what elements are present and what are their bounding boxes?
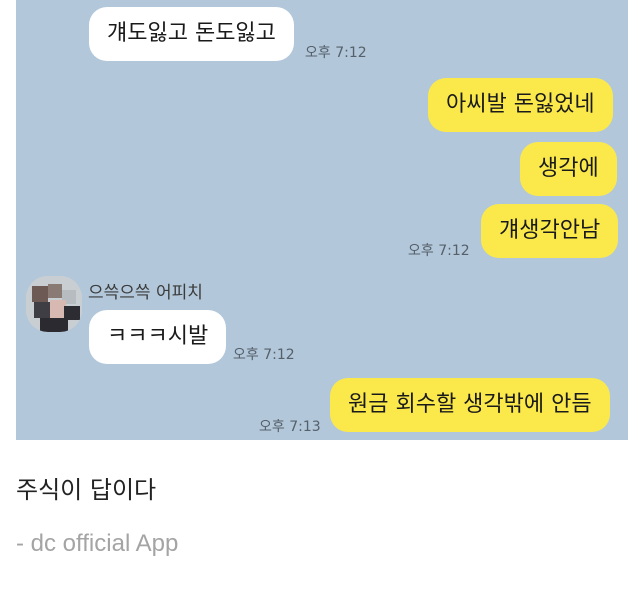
message-bubble-incoming: ㅋㅋㅋ시발 [89, 310, 227, 364]
message-time: 오후 7:12 [408, 243, 470, 259]
message-bubble-outgoing: 원금 회수할 생각밖에 안듬 [330, 378, 610, 432]
sender-avatar[interactable] [26, 276, 82, 332]
avatar-blur-block [40, 318, 68, 332]
avatar-blur-block [48, 284, 62, 298]
message-time: 오후 7:13 [259, 419, 321, 435]
avatar-blur-block [34, 302, 50, 318]
message-bubble-outgoing: 아씨발 돈잃었네 [428, 78, 613, 132]
avatar-blur-block [32, 286, 48, 302]
message-time: 오후 7:12 [233, 347, 295, 363]
message-bubble-outgoing: 걔생각안남 [481, 204, 619, 258]
sender-name: 으쓱으쓱 어피치 [88, 283, 203, 303]
message-bubble-outgoing: 생각에 [520, 142, 617, 196]
app-signature: - dc official App [16, 530, 179, 557]
message-time: 오후 7:12 [305, 45, 367, 61]
post-caption: 주식이 답이다 [16, 476, 157, 504]
message-bubble-incoming: 걔도잃고 돈도잃고 [89, 7, 294, 61]
